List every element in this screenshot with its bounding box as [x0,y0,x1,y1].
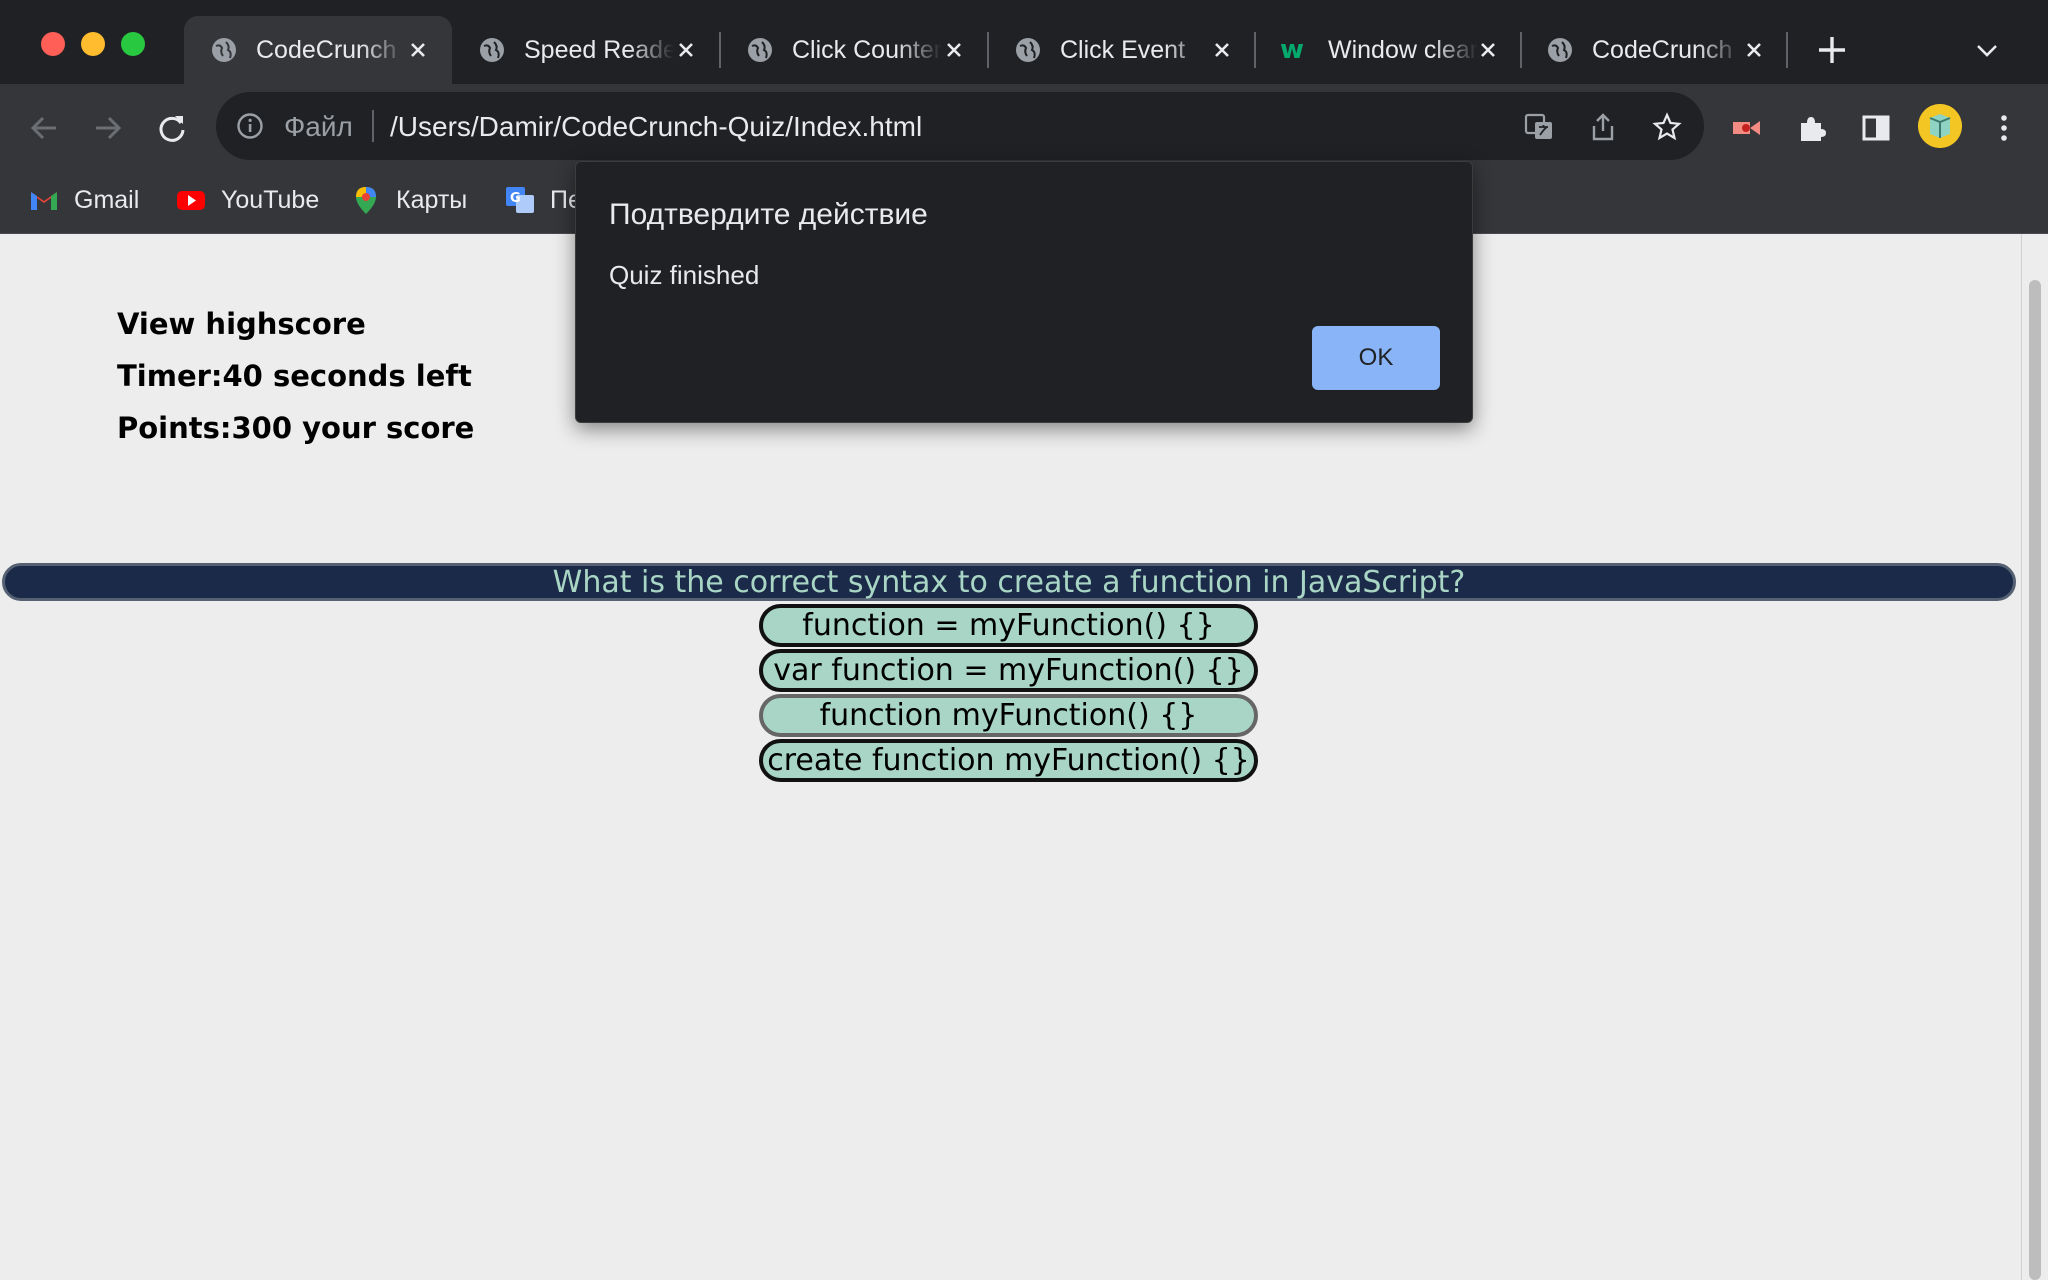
timer-text: Timer:40 seconds left [117,359,472,393]
bookmark-label: YouTube [221,185,320,214]
globe-icon [1016,38,1040,62]
points-text: Points:300 your score [117,411,475,445]
close-icon[interactable] [406,38,430,62]
address-scheme-label: Файл [284,111,353,142]
tab-title: Click Event [1060,35,1186,64]
tab-click-event[interactable]: Click Event [988,16,1256,84]
globe-icon [480,38,504,62]
address-bar[interactable]: Файл /Users/Damir/CodeCrunch-Quiz/Index.… [216,92,1704,160]
google-translate-icon: G [506,187,534,213]
tab-codecrunch-2[interactable]: CodeCrunch [1520,16,1788,84]
w3schools-icon: w [1280,35,1305,65]
share-icon[interactable] [1588,112,1618,142]
tab-separator [1786,32,1788,68]
bookmark-label: Карты [396,185,468,214]
answer-button-3[interactable]: function myFunction() {} [759,694,1258,737]
bookmark-translate[interactable]: G Пе [504,180,582,220]
kebab-menu-icon[interactable] [1988,112,2020,144]
dialog-title: Подтвердите действие [609,198,928,231]
forward-icon[interactable] [92,112,124,144]
translate-icon[interactable] [1524,112,1554,142]
maps-icon [356,187,376,214]
dialog-message: Quiz finished [609,260,760,290]
side-panel-icon[interactable] [1860,112,1892,144]
chevron-down-icon[interactable] [1974,38,2000,64]
close-icon[interactable] [1476,38,1500,62]
tab-title: CodeCrunch [1592,35,1733,64]
tab-window-clear[interactable]: w Window clear [1254,16,1522,84]
close-icon[interactable] [1742,38,1766,62]
address-separator [372,110,374,142]
question-text: What is the correct syntax to create a f… [552,564,1466,600]
globe-icon [212,38,236,62]
gmail-icon [31,192,57,210]
info-icon[interactable] [236,112,264,140]
globe-icon [748,38,772,62]
youtube-icon [177,191,205,210]
bookmark-label: Gmail [74,185,140,214]
answer-button-4[interactable]: create function myFunction() {} [759,739,1258,782]
window-maximize-button[interactable] [121,32,145,56]
back-icon[interactable] [28,112,60,144]
ok-button[interactable]: OK [1312,326,1440,390]
window-close-button[interactable] [41,32,65,56]
bookmark-youtube[interactable]: YouTube [175,180,319,220]
bookmark-maps[interactable]: Карты [350,180,467,220]
extensions-puzzle-icon[interactable] [1796,112,1828,144]
confirm-dialog: Подтвердите действие Quiz finished OK [575,161,1473,423]
view-highscore-link[interactable]: View highscore [117,307,366,341]
tab-click-counter[interactable]: Click Counter [720,16,988,84]
scrollbar[interactable] [2021,234,2048,1280]
question-banner: What is the correct syntax to create a f… [2,563,2016,601]
tab-codecrunch[interactable]: CodeCrunch [184,16,452,84]
answer-button-2[interactable]: var function = myFunction() {} [759,649,1258,692]
new-tab-icon[interactable] [1816,34,1848,66]
scrollbar-thumb[interactable] [2029,280,2041,1280]
tab-strip: CodeCrunch Speed Reader Click Counter Cl… [0,0,2048,84]
window-minimize-button[interactable] [81,32,105,56]
star-icon[interactable] [1652,112,1682,142]
tab-title: Window clear [1328,35,1478,64]
bookmark-gmail[interactable]: Gmail [28,180,139,220]
globe-icon [1548,38,1572,62]
reload-icon[interactable] [156,112,188,144]
close-icon[interactable] [674,38,698,62]
extension-recorder-icon[interactable] [1730,112,1762,144]
avatar-icon [1918,104,1962,148]
tab-title: Speed Reader [524,35,674,64]
close-icon[interactable] [942,38,966,62]
profile-avatar[interactable] [1918,104,1962,148]
answer-button-1[interactable]: function = myFunction() {} [759,604,1258,647]
address-url[interactable]: /Users/Damir/CodeCrunch-Quiz/Index.html [390,111,922,143]
close-icon[interactable] [1210,38,1234,62]
tab-title: CodeCrunch [256,35,397,64]
svg-text:G: G [510,191,521,206]
tab-speed-reader[interactable]: Speed Reader [452,16,720,84]
tab-title: Click Counter [792,35,942,64]
